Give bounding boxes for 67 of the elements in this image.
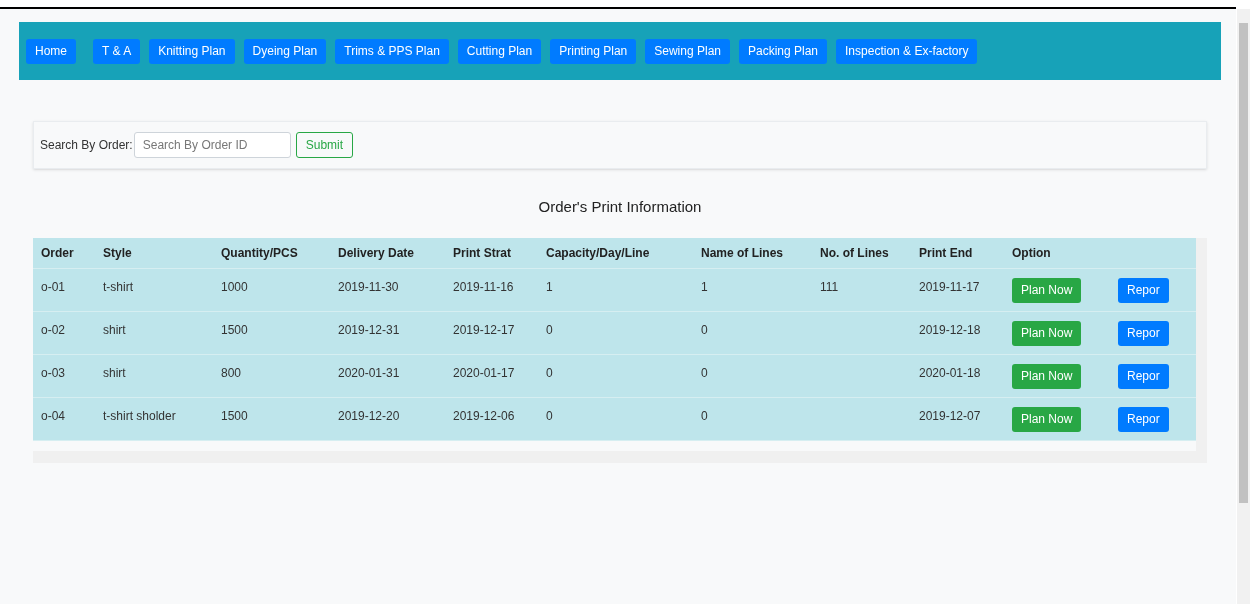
- table-cell: 0: [546, 365, 553, 380]
- table-cell: 2019-12-31: [338, 322, 400, 337]
- table-cell: t-shirt: [103, 279, 133, 294]
- nav-button[interactable]: Trims & PPS Plan: [335, 38, 449, 64]
- plan-now-button[interactable]: Plan Now: [1012, 363, 1082, 389]
- vertical-scrollbar[interactable]: [1196, 237, 1207, 463]
- report-button[interactable]: Repor: [1118, 363, 1169, 389]
- search-label: Search By Order:: [40, 137, 133, 154]
- table-cell: 0: [546, 408, 553, 423]
- nav-button[interactable]: Printing Plan: [550, 38, 637, 64]
- submit-button[interactable]: Submit: [295, 132, 354, 158]
- table-cell: 0: [701, 408, 708, 423]
- table-cell: 1500: [221, 408, 248, 423]
- table-cell: 2020-01-17: [453, 365, 515, 380]
- nav-button[interactable]: Home: [26, 38, 76, 64]
- page-scrollbar[interactable]: [1237, 9, 1250, 604]
- table-cell: 2019-12-18: [919, 322, 981, 337]
- table-cell: 1: [546, 279, 553, 294]
- column-header: Option: [1012, 244, 1052, 262]
- table-cell: 2019-12-06: [453, 408, 515, 423]
- table-cell: o-01: [41, 279, 66, 294]
- table-cell: o-02: [41, 322, 66, 337]
- table-cell: 0: [546, 322, 553, 337]
- table-cell: 2019-11-17: [919, 279, 980, 294]
- nav-button[interactable]: Packing Plan: [739, 38, 828, 64]
- table-cell: 111: [820, 279, 839, 294]
- table-cell: 2019-11-16: [453, 279, 514, 294]
- search-field[interactable]: Search By Order ID: [133, 132, 291, 158]
- column-header: Name of Lines: [701, 244, 785, 262]
- nav-button[interactable]: Knitting Plan: [149, 38, 235, 64]
- table-cell: o-03: [41, 365, 66, 380]
- column-header: No. of Lines: [820, 244, 890, 262]
- table-cell: 1500: [221, 322, 248, 337]
- table-title: Order's Print Information: [538, 198, 702, 215]
- report-button[interactable]: Repor: [1118, 320, 1169, 346]
- table-cell: shirt: [103, 365, 126, 380]
- table-cell: 2020-01-31: [338, 365, 400, 380]
- table-cell: 0: [701, 322, 708, 337]
- table-cell: 1: [701, 279, 708, 294]
- nav-button[interactable]: Cutting Plan: [457, 38, 542, 64]
- table-cell: 0: [701, 365, 708, 380]
- table-cell: shirt: [103, 322, 126, 337]
- table-cell: 2020-01-18: [919, 365, 981, 380]
- nav-button[interactable]: Sewing Plan: [645, 38, 730, 64]
- plan-now-button[interactable]: Plan Now: [1012, 406, 1082, 432]
- table-cell: 2019-11-30: [338, 279, 399, 294]
- column-header: Print Strat: [453, 244, 512, 262]
- nav-button[interactable]: Dyeing Plan: [243, 38, 327, 64]
- column-header: Capacity/Day/Line: [546, 244, 651, 262]
- report-button[interactable]: Repor: [1118, 406, 1169, 432]
- table-cell: 1000: [221, 279, 248, 294]
- column-header: Order: [41, 244, 75, 262]
- column-header: Delivery Date: [338, 244, 416, 262]
- table-cell: t-shirt sholder: [103, 408, 176, 423]
- report-button[interactable]: Repor: [1118, 277, 1169, 303]
- plan-now-button[interactable]: Plan Now: [1012, 320, 1082, 346]
- nav-button[interactable]: Inspection & Ex-factory: [836, 38, 978, 64]
- nav-button[interactable]: T & A: [93, 38, 141, 64]
- table-cell: o-04: [41, 408, 66, 423]
- table-cell: 2019-12-17: [453, 322, 515, 337]
- table-cell: 2019-12-20: [338, 408, 400, 423]
- column-header: Print End: [919, 244, 974, 262]
- column-header: Quantity/PCS: [221, 244, 299, 262]
- plan-now-button[interactable]: Plan Now: [1012, 277, 1082, 303]
- column-header: Style: [103, 244, 133, 262]
- table-cell: 800: [221, 365, 242, 380]
- table-cell: 2019-12-07: [919, 408, 981, 423]
